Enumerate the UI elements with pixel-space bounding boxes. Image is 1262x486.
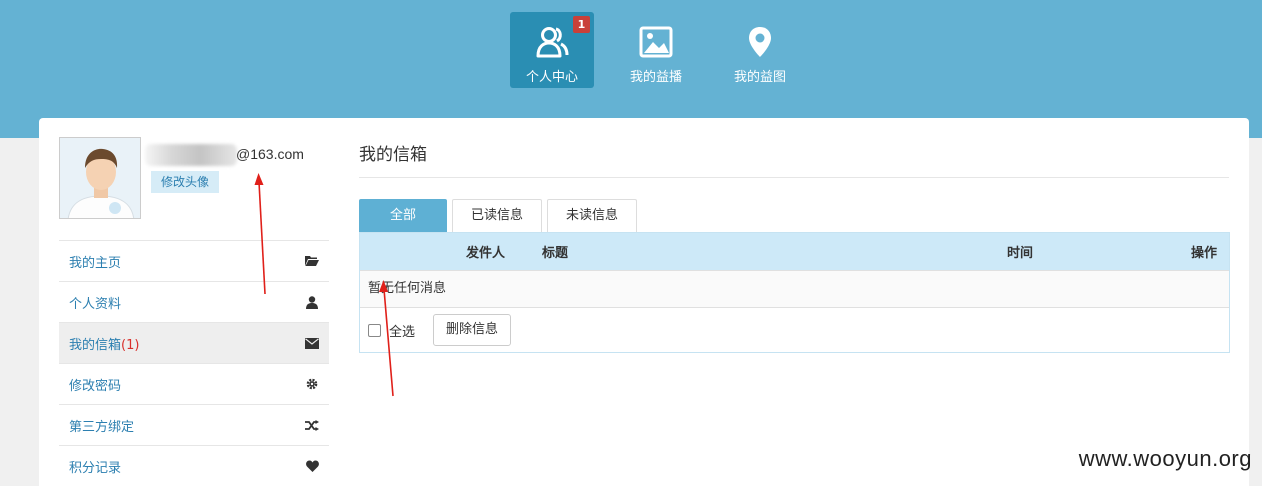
sidebar-item-label: 我的信箱 — [69, 337, 122, 353]
watermark: www.wooyun.org — [1078, 446, 1252, 471]
sidebar-item-label: 积分记录 — [69, 460, 122, 476]
inbox-panel: 我的信箱 全部 已读信息 未读信息 发件人 标题 时间 操作 暂无任何消息 全选… — [359, 140, 1230, 353]
change-avatar-button[interactable]: 修改头像 — [151, 171, 220, 193]
unread-count: (1) — [121, 337, 140, 353]
sidebar-item-label: 我的主页 — [69, 255, 122, 271]
sidebar-item-change-password[interactable]: 修改密码 — [59, 363, 329, 404]
sidebar-item-label: 修改密码 — [69, 378, 122, 394]
annotation-arrow-message — [379, 280, 394, 397]
top-nav: 个人中心 1 我的益播 我的益图 — [510, 12, 822, 88]
nav-label: 我的益图 — [733, 70, 786, 85]
annotation-arrow-email — [254, 173, 266, 295]
nav-my-broadcast[interactable]: 我的益播 — [614, 12, 698, 88]
side-menu: 我的主页 个人资料 我的信箱(1) 修改密码 第三方绑定 积分记录 — [59, 240, 329, 486]
shuffle-icon — [305, 418, 319, 432]
sidebar-item-points-record[interactable]: 积分记录 — [59, 445, 329, 486]
user-email: @163.com — [236, 146, 304, 162]
column-sender: 发件人 — [465, 246, 505, 261]
sidebar-item-label: 个人资料 — [69, 296, 122, 312]
nav-my-map[interactable]: 我的益图 — [718, 12, 802, 88]
sidebar-item-third-party[interactable]: 第三方绑定 — [59, 404, 329, 445]
avatar-image — [60, 138, 140, 218]
delete-messages-button[interactable]: 删除信息 — [433, 314, 512, 346]
envelope-icon — [305, 336, 319, 350]
avatar[interactable] — [59, 137, 141, 219]
sidebar-item-inbox[interactable]: 我的信箱(1) — [59, 322, 329, 363]
map-pin-icon — [749, 27, 771, 57]
nav-label: 我的益播 — [629, 70, 682, 85]
column-operation: 操作 — [1190, 246, 1217, 261]
sidebar-item-label: 第三方绑定 — [69, 419, 135, 435]
sidebar-item-label-wrap: 我的信箱(1) — [69, 334, 139, 353]
tab-read[interactable]: 已读信息 — [452, 199, 543, 232]
table-actions: 全选 删除信息 — [360, 307, 1229, 352]
page-title: 我的信箱 — [359, 140, 1229, 178]
nav-label: 个人中心 — [525, 70, 578, 85]
main-card: @163.com 修改头像 我的主页 个人资料 我的信箱(1) 修改密码 第三方… — [39, 118, 1249, 486]
inbox-tabs: 全部 已读信息 未读信息 — [359, 199, 1229, 232]
column-subject: 标题 — [542, 246, 569, 261]
folder-open-icon — [305, 254, 319, 268]
sidebar-item-home[interactable]: 我的主页 — [59, 240, 329, 281]
table-header: 发件人 标题 时间 操作 — [360, 233, 1229, 270]
tab-unread[interactable]: 未读信息 — [547, 199, 638, 232]
sidebar-item-profile[interactable]: 个人资料 — [59, 281, 329, 322]
email-redacted — [145, 144, 237, 166]
users-icon — [536, 27, 569, 58]
heart-icon — [305, 459, 319, 473]
tab-all[interactable]: 全部 — [359, 199, 448, 232]
user-icon — [305, 295, 319, 309]
image-icon — [639, 26, 673, 58]
column-time: 时间 — [1006, 246, 1033, 261]
nav-personal-center[interactable]: 个人中心 1 — [510, 12, 594, 88]
notification-badge: 1 — [573, 16, 590, 33]
gear-icon — [305, 377, 319, 391]
empty-message: 暂无任何消息 — [360, 270, 1229, 307]
messages-table: 发件人 标题 时间 操作 暂无任何消息 全选 删除信息 — [359, 232, 1230, 353]
